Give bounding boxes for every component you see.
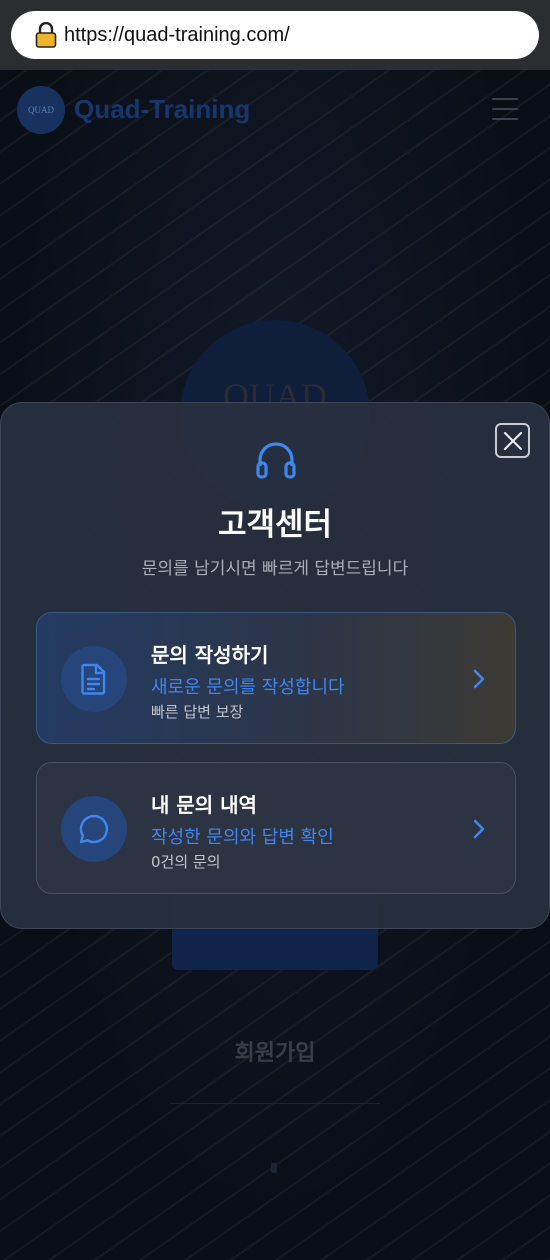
card-icon-circle [61,646,127,712]
close-icon [503,431,522,450]
card-description: 새로운 문의를 작성합니다 [151,677,345,698]
modal-subtitle: 문의를 남기시면 빠르게 답변드립니다 [141,559,409,579]
modal-title: 고객센터 [217,507,333,543]
signup-heading: 회원가입 [234,1041,316,1066]
chevron-right-icon [473,669,485,689]
lock-icon [35,22,57,48]
hamburger-menu-icon[interactable] [492,98,518,120]
card-title: 내 문의 내역 [151,793,257,817]
browser-toolbar: https://quad-training.com/ [0,0,550,70]
card-title: 문의 작성하기 [151,643,269,667]
site-logo-text: QUAD [28,105,54,115]
url-text[interactable]: https://quad-training.com/ [64,24,290,47]
divider [170,1103,380,1104]
customer-center-modal: 고객센터 문의를 남기시면 빠르게 답변드립니다 문의 작성하기 새로운 문의를… [0,402,550,929]
write-inquiry-card[interactable]: 문의 작성하기 새로운 문의를 작성합니다 빠른 답변 보장 [36,612,516,744]
chat-bubble-icon [79,814,109,844]
chevron-right-icon [473,819,485,839]
document-icon [81,663,106,695]
site-header: QUAD Quad-Training [0,70,550,150]
card-meta: 0건의 문의 [151,853,221,871]
site-title[interactable]: Quad-Training [74,94,250,125]
address-bar[interactable]: https://quad-training.com/ [11,11,539,59]
card-meta: 빠른 답변 보장 [151,703,244,721]
my-inquiries-card[interactable]: 내 문의 내역 작성한 문의와 답변 확인 0건의 문의 [36,762,516,894]
card-description: 작성한 문의와 답변 확인 [151,827,334,848]
card-icon-circle [61,796,127,862]
scroll-indicator [271,1163,277,1173]
site-logo[interactable]: QUAD [17,86,65,134]
headset-icon [256,442,296,479]
close-button[interactable] [495,423,530,458]
